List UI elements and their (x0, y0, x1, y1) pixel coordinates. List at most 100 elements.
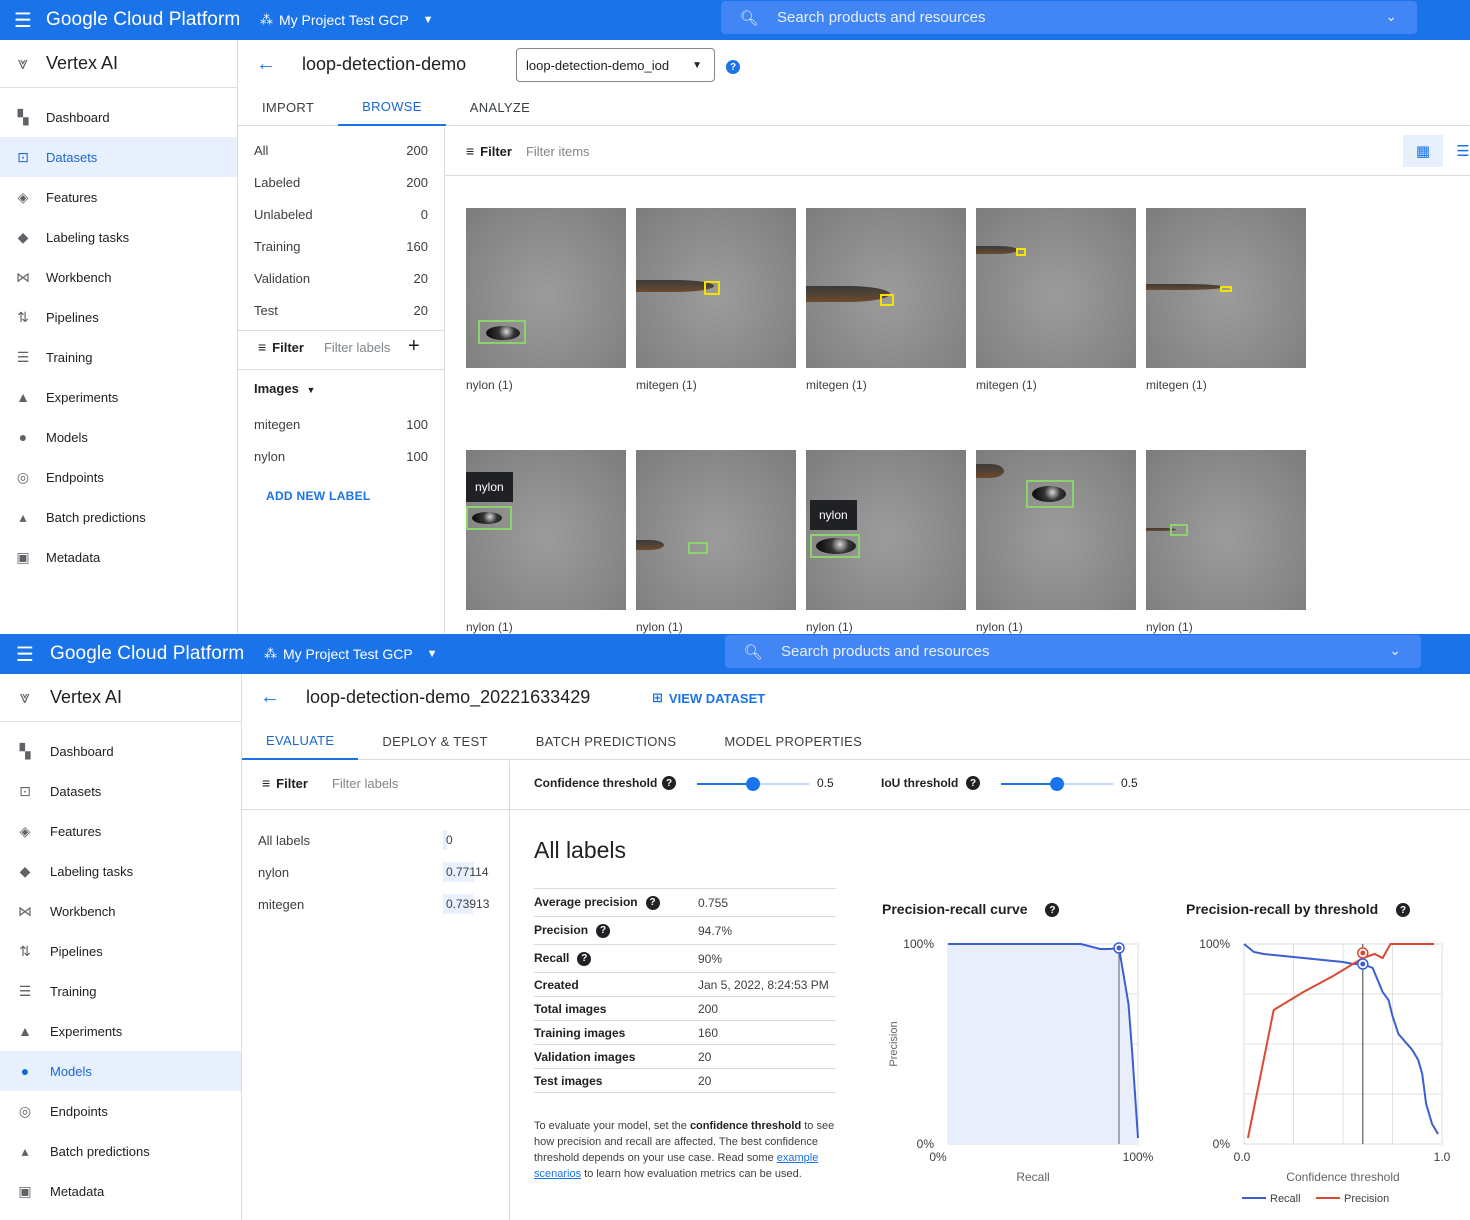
image-thumbnail[interactable] (806, 208, 966, 368)
pr-curve-title: Precision-recall curve ? (882, 901, 1060, 918)
label-mitegen[interactable]: mitegen 100 (238, 408, 444, 440)
sidebar-item-datasets[interactable]: ⊡ Datasets (0, 137, 237, 177)
help-icon[interactable]: ? (645, 895, 660, 910)
tab-deploy-test[interactable]: DEPLOY & TEST (358, 723, 511, 760)
search-input[interactable]: Search products and resources (781, 643, 989, 660)
back-arrow-icon[interactable]: ← (260, 686, 280, 709)
sidebar-item-models[interactable]: ● Models (0, 1051, 241, 1091)
tab-model-properties[interactable]: MODEL PROPERTIES (700, 723, 886, 760)
image-thumbnail[interactable] (636, 450, 796, 610)
sidebar-item-training[interactable]: ☰ Training (0, 337, 237, 377)
confidence-slider[interactable] (697, 777, 809, 791)
split-test[interactable]: Test 20 (238, 294, 444, 326)
list-view-icon[interactable]: ☰ (1443, 135, 1470, 167)
label-filter[interactable]: ≡ Filter Filter labels (262, 775, 398, 791)
image-thumbnail[interactable] (976, 450, 1136, 610)
help-icon[interactable]: ? (1396, 903, 1411, 918)
search-input[interactable]: Search products and resources (777, 9, 985, 26)
sidebar-item-experiments[interactable]: ▲ Experiments (0, 1011, 241, 1051)
help-icon[interactable]: ? (966, 776, 980, 790)
metric-row: Validation images 20 (534, 1044, 836, 1068)
label-nylon[interactable]: nylon 0.77114 (242, 856, 509, 888)
search-icon: 🔍︎ (743, 643, 763, 661)
grid-view-icon[interactable]: ▦ (1403, 135, 1443, 167)
platform-title[interactable]: Google Cloud Platform (50, 643, 264, 665)
label-mitegen[interactable]: mitegen 0.73913 (242, 888, 509, 920)
add-icon[interactable]: + (408, 335, 420, 358)
sidebar-item-training[interactable]: ☰ Training (0, 971, 241, 1011)
tab-browse[interactable]: BROWSE (338, 89, 446, 126)
y-tick-label: 0% (1213, 1137, 1231, 1151)
sidebar-item-pipelines[interactable]: ⇅ Pipelines (0, 931, 241, 971)
help-icon[interactable]: ? (577, 951, 592, 966)
image-thumbnail[interactable] (1146, 450, 1306, 610)
items-filter[interactable]: ≡ Filter Filter items (466, 143, 590, 159)
tab-import[interactable]: IMPORT (238, 89, 338, 126)
chevron-down-icon[interactable]: ⌄ (1389, 642, 1401, 659)
tab-batch-predictions[interactable]: BATCH PREDICTIONS (512, 723, 701, 760)
label-all-labels[interactable]: All labels 0 (242, 824, 509, 856)
image-thumbnail[interactable]: nylon (806, 450, 966, 610)
dataset-select[interactable]: loop-detection-demo_iod ▼ (516, 48, 715, 82)
image-thumbnail[interactable] (636, 208, 796, 368)
sidebar-item-batch-predictions[interactable]: ▴ Batch predictions (0, 1131, 241, 1171)
label-filter[interactable]: ≡ Filter Filter labels (258, 339, 390, 355)
sample-pin (636, 540, 664, 550)
sidebar-item-features[interactable]: ◈ Features (0, 811, 241, 851)
split-training[interactable]: Training 160 (238, 230, 444, 262)
split-all[interactable]: All 200 (238, 134, 444, 166)
sidebar-item-metadata[interactable]: ▣ Metadata (0, 1171, 241, 1211)
sidebar-item-experiments[interactable]: ▲ Experiments (0, 377, 237, 417)
sidebar-item-dashboard[interactable]: ▚ Dashboard (0, 731, 241, 771)
tab-analyze[interactable]: ANALYZE (446, 89, 554, 126)
help-icon[interactable]: ? (596, 923, 611, 938)
sidebar-item-batch-predictions[interactable]: ▴ Batch predictions (0, 497, 237, 537)
project-selector[interactable]: ⁂ My Project Test GCP ▼ (260, 12, 434, 28)
project-selector[interactable]: ⁂ My Project Test GCP ▼ (264, 646, 438, 662)
sidebar-item-labeling-tasks[interactable]: ◆ Labeling tasks (0, 217, 237, 257)
sidebar-item-datasets[interactable]: ⊡ Datasets (0, 771, 241, 811)
sidebar-item-workbench[interactable]: ⋈ Workbench (0, 257, 237, 297)
sidebar-item-metadata[interactable]: ▣ Metadata (0, 537, 237, 577)
image-thumbnail[interactable]: nylon (466, 450, 626, 610)
split-labeled[interactable]: Labeled 200 (238, 166, 444, 198)
help-icon[interactable]: ? (662, 776, 676, 790)
menu-icon[interactable]: ☰ (0, 8, 46, 33)
list-icon: ☰ (16, 348, 30, 365)
slider-handle[interactable] (746, 777, 760, 791)
sidebar-item-workbench[interactable]: ⋈ Workbench (0, 891, 241, 931)
view-dataset-button[interactable]: ⊞ VIEW DATASET (652, 690, 765, 706)
iou-slider[interactable] (1001, 777, 1113, 791)
help-icon[interactable]: ? (726, 60, 740, 74)
platform-title[interactable]: Google Cloud Platform (46, 9, 260, 31)
search-bar[interactable]: 🔍︎ Search products and resources ⌄ (721, 1, 1417, 34)
sidebar-item-endpoints[interactable]: ◎ Endpoints (0, 457, 237, 497)
image-thumbnail[interactable] (976, 208, 1136, 368)
image-thumbnail[interactable] (1146, 208, 1306, 368)
help-icon[interactable]: ? (1045, 903, 1060, 918)
filter-labels-input[interactable]: Filter labels (324, 340, 390, 355)
metric-key-text: Precision (534, 923, 589, 938)
chevron-down-icon[interactable]: ⌄ (1385, 8, 1397, 25)
sidebar-item-label: Endpoints (46, 469, 104, 485)
filter-items-input[interactable]: Filter items (526, 144, 590, 159)
menu-icon[interactable]: ☰ (0, 642, 50, 667)
page-header: ← loop-detection-demo_20221633429 (260, 686, 590, 709)
sidebar-item-features[interactable]: ◈ Features (0, 177, 237, 217)
search-bar[interactable]: 🔍︎ Search products and resources ⌄ (725, 635, 1421, 668)
back-arrow-icon[interactable]: ← (256, 53, 276, 76)
sidebar-item-dashboard[interactable]: ▚ Dashboard (0, 97, 237, 137)
tab-evaluate[interactable]: EVALUATE (242, 723, 359, 760)
sidebar-item-labeling-tasks[interactable]: ◆ Labeling tasks (0, 851, 241, 891)
slider-handle[interactable] (1050, 777, 1064, 791)
label-nylon[interactable]: nylon 100 (238, 440, 444, 472)
split-validation[interactable]: Validation 20 (238, 262, 444, 294)
images-header[interactable]: Images ▼ (254, 381, 315, 396)
sidebar-item-endpoints[interactable]: ◎ Endpoints (0, 1091, 241, 1131)
image-thumbnail[interactable] (466, 208, 626, 368)
sidebar-item-pipelines[interactable]: ⇅ Pipelines (0, 297, 237, 337)
add-new-label-button[interactable]: ADD NEW LABEL (266, 489, 371, 503)
sidebar-item-models[interactable]: ● Models (0, 417, 237, 457)
split-unlabeled[interactable]: Unlabeled 0 (238, 198, 444, 230)
filter-labels-input[interactable]: Filter labels (332, 776, 398, 791)
